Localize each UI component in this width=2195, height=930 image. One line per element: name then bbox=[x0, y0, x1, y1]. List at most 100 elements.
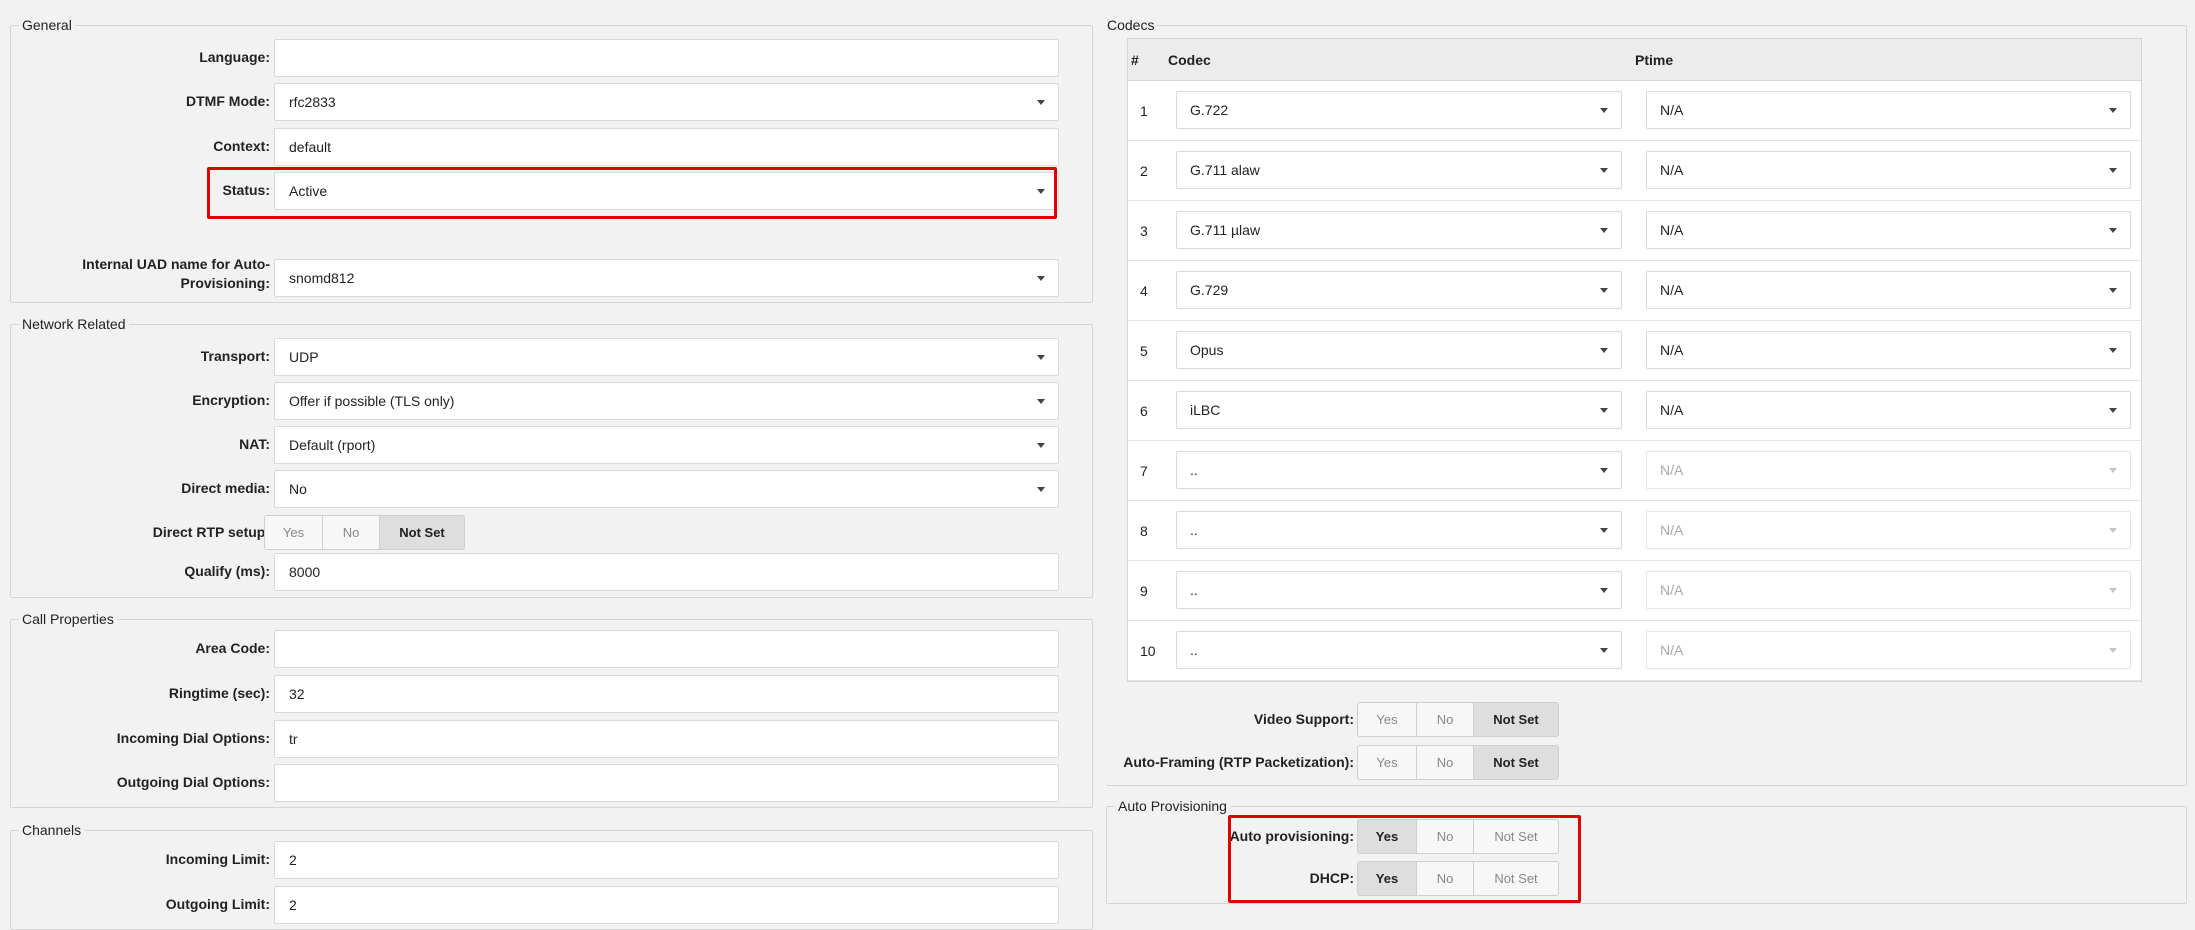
codecs-legend: Codecs bbox=[1104, 15, 1158, 35]
video-support-toggle: Yes No Not Set bbox=[1357, 702, 1559, 737]
uad-name-select[interactable]: snomd812 bbox=[274, 259, 1059, 297]
incoming-limit-input[interactable]: 2 bbox=[274, 841, 1059, 879]
direct-media-label: Direct media: bbox=[181, 480, 270, 496]
auto-provisioning-section: Auto Provisioning bbox=[1106, 796, 2187, 904]
uad-name-label: Internal UAD name for Auto- Provisioning… bbox=[11, 255, 270, 293]
codec-row-number: 1 bbox=[1140, 103, 1148, 119]
dhcp-notset-button[interactable]: Not Set bbox=[1474, 862, 1558, 895]
uad-name-label-line1: Internal UAD name for Auto- bbox=[82, 256, 270, 272]
ptime-select[interactable]: N/A bbox=[1646, 211, 2131, 249]
direct-rtp-label: Direct RTP setup: bbox=[152, 524, 270, 540]
language-input[interactable] bbox=[274, 39, 1059, 77]
autoprov-no-button[interactable]: No bbox=[1417, 820, 1474, 853]
transport-label: Transport: bbox=[200, 348, 270, 364]
dtmf-mode-label: DTMF Mode: bbox=[186, 93, 270, 109]
codec-row-number: 5 bbox=[1140, 343, 1148, 359]
auto-provisioning-toggle: Yes No Not Set bbox=[1357, 819, 1559, 854]
codec-row: 6 iLBC N/A bbox=[1128, 381, 2141, 441]
status-label: Status: bbox=[222, 182, 270, 198]
ptime-select[interactable]: N/A bbox=[1646, 391, 2131, 429]
area-code-input[interactable] bbox=[274, 630, 1059, 668]
codec-row-number: 8 bbox=[1140, 523, 1148, 539]
video-support-label: Video Support: bbox=[1253, 711, 1354, 727]
codec-select[interactable]: .. bbox=[1176, 451, 1622, 489]
incoming-dial-input[interactable]: tr bbox=[274, 720, 1059, 758]
call-properties-legend: Call Properties bbox=[19, 609, 117, 629]
qualify-label: Qualify (ms): bbox=[184, 563, 270, 579]
general-section: General Language: DTMF Mode: rfc2833 Con… bbox=[10, 15, 1093, 303]
codec-select[interactable]: G.711 alaw bbox=[1176, 151, 1622, 189]
autoframing-yes-button[interactable]: Yes bbox=[1358, 746, 1417, 779]
outgoing-dial-input[interactable] bbox=[274, 764, 1059, 802]
codec-row-number: 2 bbox=[1140, 163, 1148, 179]
auto-provisioning-label: Auto provisioning: bbox=[1229, 828, 1354, 844]
codec-row: 9.. N/A bbox=[1128, 561, 2141, 621]
codec-row-number: 10 bbox=[1140, 643, 1156, 659]
area-code-label: Area Code: bbox=[195, 640, 270, 656]
codec-table-header: # Codec Ptime bbox=[1128, 39, 2141, 81]
dhcp-no-button[interactable]: No bbox=[1417, 862, 1474, 895]
codec-select[interactable]: Opus bbox=[1176, 331, 1622, 369]
codec-select[interactable]: G.722 bbox=[1176, 91, 1622, 129]
codec-table: # Codec Ptime 1 G.722 N/A 2 G.711 alaw N/A 3 G.… bbox=[1127, 38, 2142, 682]
direct-media-select[interactable]: No bbox=[274, 470, 1059, 508]
autoframing-no-button[interactable]: No bbox=[1417, 746, 1474, 779]
status-select[interactable]: Active bbox=[274, 172, 1059, 210]
ptime-select: N/A bbox=[1646, 631, 2131, 669]
autoframing-notset-button[interactable]: Not Set bbox=[1474, 746, 1558, 779]
codec-select[interactable]: .. bbox=[1176, 571, 1622, 609]
auto-framing-toggle: Yes No Not Set bbox=[1357, 745, 1559, 780]
autoprov-notset-button[interactable]: Not Set bbox=[1474, 820, 1558, 853]
ptime-select: N/A bbox=[1646, 511, 2131, 549]
codec-select[interactable]: .. bbox=[1176, 511, 1622, 549]
autoprov-yes-button[interactable]: Yes bbox=[1358, 820, 1417, 853]
codec-select[interactable]: G.729 bbox=[1176, 271, 1622, 309]
language-label: Language: bbox=[199, 49, 270, 65]
ptime-select[interactable]: N/A bbox=[1646, 151, 2131, 189]
outgoing-dial-label: Outgoing Dial Options: bbox=[116, 774, 270, 790]
direct-rtp-notset-button[interactable]: Not Set bbox=[380, 516, 464, 549]
ptime-select[interactable]: N/A bbox=[1646, 331, 2131, 369]
ringtime-input[interactable]: 32 bbox=[274, 675, 1059, 713]
encryption-label: Encryption: bbox=[192, 392, 270, 408]
nat-select[interactable]: Default (rport) bbox=[274, 426, 1059, 464]
codec-select[interactable]: iLBC bbox=[1176, 391, 1622, 429]
outgoing-limit-input[interactable]: 2 bbox=[274, 886, 1059, 924]
network-legend: Network Related bbox=[19, 314, 129, 334]
qualify-input[interactable]: 8000 bbox=[274, 553, 1059, 591]
network-section: Network Related Transport: UDP Encryptio… bbox=[10, 314, 1093, 598]
codec-select[interactable]: .. bbox=[1176, 631, 1622, 669]
channels-legend: Channels bbox=[19, 820, 85, 840]
codec-select[interactable]: G.711 µlaw bbox=[1176, 211, 1622, 249]
channels-section: Channels Incoming Limit: 2 Outgoing Limi… bbox=[10, 820, 1093, 930]
codec-row: 4 G.729 N/A bbox=[1128, 261, 2141, 321]
auto-provisioning-legend: Auto Provisioning bbox=[1115, 796, 1230, 816]
direct-rtp-no-button[interactable]: No bbox=[323, 516, 380, 549]
video-no-button[interactable]: No bbox=[1417, 703, 1474, 736]
incoming-dial-label: Incoming Dial Options: bbox=[116, 730, 270, 746]
outgoing-limit-label: Outgoing Limit: bbox=[165, 896, 270, 912]
encryption-select[interactable]: Offer if possible (TLS only) bbox=[274, 382, 1059, 420]
ptime-select[interactable]: N/A bbox=[1646, 91, 2131, 129]
codec-row: 7.. N/A bbox=[1128, 441, 2141, 501]
codec-col-codec: Codec bbox=[1168, 52, 1211, 68]
codec-row-number: 4 bbox=[1140, 283, 1148, 299]
ptime-select[interactable]: N/A bbox=[1646, 271, 2131, 309]
context-input[interactable]: default bbox=[274, 128, 1059, 166]
direct-rtp-yes-button[interactable]: Yes bbox=[265, 516, 323, 549]
dhcp-yes-button[interactable]: Yes bbox=[1358, 862, 1417, 895]
codec-row: 3 G.711 µlaw N/A bbox=[1128, 201, 2141, 261]
video-yes-button[interactable]: Yes bbox=[1358, 703, 1417, 736]
general-legend: General bbox=[19, 15, 75, 35]
codec-row: 1 G.722 N/A bbox=[1128, 81, 2141, 141]
codec-row-number: 3 bbox=[1140, 223, 1148, 239]
dtmf-mode-select[interactable]: rfc2833 bbox=[274, 83, 1059, 121]
video-notset-button[interactable]: Not Set bbox=[1474, 703, 1558, 736]
ringtime-label: Ringtime (sec): bbox=[168, 685, 270, 701]
ptime-select: N/A bbox=[1646, 571, 2131, 609]
uad-name-label-line2: Provisioning: bbox=[180, 275, 270, 291]
codec-row-number: 6 bbox=[1140, 403, 1148, 419]
codec-col-num: # bbox=[1131, 52, 1139, 68]
nat-label: NAT: bbox=[239, 436, 270, 452]
transport-select[interactable]: UDP bbox=[274, 338, 1059, 376]
